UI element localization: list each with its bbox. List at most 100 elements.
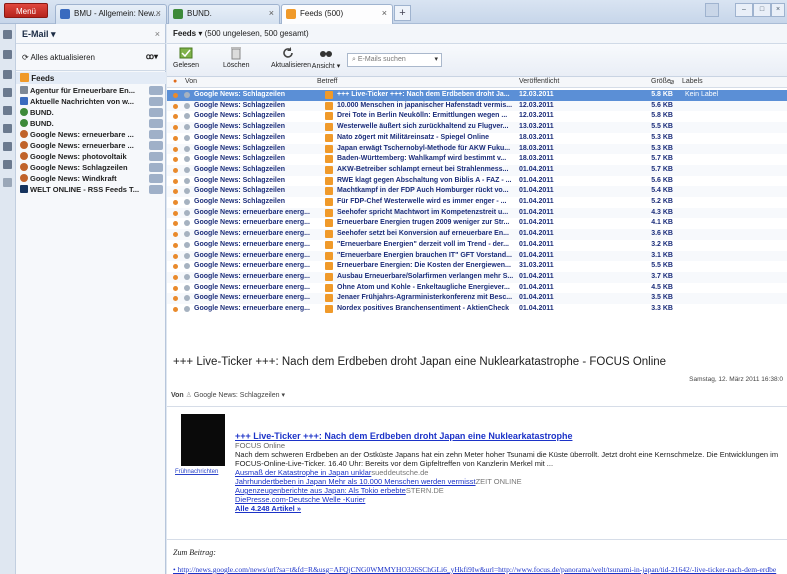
table-row[interactable]: Google News: erneuerbare energ... Erneuer…	[167, 218, 787, 229]
table-row[interactable]: Google News: Schlagzeilen Für FDP-Chef We…	[167, 197, 787, 208]
folder-item[interactable]: Google News: erneuerbare ...	[20, 141, 166, 151]
article-url-text[interactable]: http://news.google.com/news/url?sa=t&fd=…	[173, 565, 777, 574]
unread-dot-icon[interactable]	[173, 253, 178, 259]
table-row[interactable]: Google News: erneuerbare energ... Nordex …	[167, 304, 787, 315]
table-row[interactable]: Google News: Schlagzeilen +++ Live-Ticker…	[167, 90, 787, 101]
table-row[interactable]: Google News: Schlagzeilen 10.000 Menschen…	[167, 100, 787, 112]
maximize-icon[interactable]: □	[753, 3, 771, 17]
column-labels[interactable]: Labels	[682, 78, 703, 85]
address-book-icon[interactable]	[3, 70, 12, 79]
close-icon[interactable]: ×	[382, 8, 387, 18]
tasks-icon[interactable]	[3, 88, 12, 97]
unread-dot-icon[interactable]	[173, 157, 178, 163]
column-from[interactable]: Von	[185, 78, 197, 85]
close-icon[interactable]: ×	[269, 8, 274, 18]
row-label[interactable]: Kein Label	[685, 90, 735, 101]
article-url-link[interactable]: • http://news.google.com/news/url?sa=t&f…	[173, 564, 779, 574]
column-subject[interactable]: Betreff	[317, 78, 338, 85]
close-window-icon[interactable]: ×	[771, 3, 785, 17]
news-image[interactable]	[181, 414, 225, 466]
column-published[interactable]: Veröffentlicht	[519, 78, 559, 85]
view-options-icon[interactable]: ꝏ▾	[146, 52, 158, 61]
table-row[interactable]: Google News: Schlagzeilen Baden-Württembe…	[167, 154, 787, 165]
unread-dot-icon[interactable]	[173, 242, 178, 248]
table-row[interactable]: Google News: erneuerbare energ... Ohne At…	[167, 283, 787, 294]
refresh-button[interactable]: Aktualisieren	[271, 46, 311, 76]
from-value[interactable]: Google News: Schlagzeilen	[194, 392, 280, 399]
minimize-icon[interactable]: –	[735, 3, 753, 17]
related-link-text[interactable]: Ausmaß der Katastrophe in Japan unklar	[235, 468, 371, 477]
view-button[interactable]: Ansicht ▾	[311, 46, 341, 76]
unread-column-icon[interactable]: ●	[173, 78, 177, 85]
app-icon[interactable]	[705, 3, 719, 17]
table-row[interactable]: Google News: Schlagzeilen Nato zögert mit…	[167, 133, 787, 144]
folder-item[interactable]: Google News: erneuerbare ...	[20, 130, 166, 140]
folder-pane-title[interactable]: E-Mail	[22, 29, 49, 39]
article-title-link[interactable]: +++ Live-Ticker +++: Nach dem Erdbeben d…	[235, 432, 785, 441]
folder-item[interactable]: Agentur für Erneuerbare En...	[20, 86, 166, 96]
table-row[interactable]: Google News: Schlagzeilen Westerwelle äuß…	[167, 122, 787, 133]
unread-dot-icon[interactable]	[173, 125, 178, 131]
all-articles-link[interactable]: Alle 4.248 Artikel »	[235, 504, 785, 513]
table-row[interactable]: Google News: Schlagzeilen Japan erwägt Ts…	[167, 143, 787, 155]
panel-icon[interactable]	[3, 160, 12, 169]
folder-item[interactable]: Google News: photovoltaik	[20, 152, 166, 162]
unread-dot-icon[interactable]	[173, 274, 178, 280]
folder-item[interactable]: Google News: Schlagzeilen	[20, 163, 166, 173]
tab-feeds[interactable]: Feeds (500) ×	[281, 4, 393, 24]
unread-dot-icon[interactable]	[173, 146, 178, 152]
table-row[interactable]: Google News: erneuerbare energ... Jenaer …	[167, 293, 787, 304]
related-link-source[interactable]: -Deutsche Welle -Kurier	[286, 495, 365, 504]
feeds-root-folder[interactable]: Feeds	[16, 72, 166, 84]
unread-dot-icon[interactable]	[173, 93, 178, 98]
unread-dot-icon[interactable]	[173, 114, 178, 120]
table-row[interactable]: Google News: erneuerbare energ... "Erneue…	[167, 250, 787, 262]
new-tab-button[interactable]: +	[394, 5, 411, 21]
folder-item[interactable]: BUND.	[20, 108, 166, 118]
notes-icon[interactable]	[3, 106, 12, 115]
image-caption-link[interactable]: Frühnachrichten	[175, 469, 218, 475]
unread-dot-icon[interactable]	[173, 189, 178, 195]
expand-icon[interactable]	[3, 178, 12, 187]
table-row[interactable]: Google News: erneuerbare energ... Ausbau …	[167, 271, 787, 283]
attachment-column-icon[interactable]: ⌀	[670, 78, 674, 86]
table-row[interactable]: Google News: Schlagzeilen AKW-Betreiber s…	[167, 164, 787, 176]
unread-dot-icon[interactable]	[173, 167, 178, 173]
unread-dot-icon[interactable]	[173, 264, 178, 270]
refresh-all-button[interactable]: Alles aktualisieren	[30, 53, 94, 62]
mark-read-button[interactable]: Gelesen	[173, 46, 199, 76]
folder-item[interactable]: BUND.	[20, 119, 166, 129]
close-icon[interactable]: ×	[155, 29, 160, 39]
unread-dot-icon[interactable]	[173, 307, 178, 312]
tab-bund[interactable]: BUND. ×	[168, 4, 280, 24]
folder-item[interactable]: Aktuelle Nachrichten von w...	[20, 97, 166, 107]
close-icon[interactable]: ×	[156, 8, 161, 18]
unread-dot-icon[interactable]	[173, 210, 178, 216]
unread-dot-icon[interactable]	[173, 178, 178, 184]
contacts-icon[interactable]	[3, 124, 12, 133]
related-link-text[interactable]: Augenzeugenberichte aus Japan: Als Tokio…	[235, 486, 406, 495]
unread-dot-icon[interactable]	[173, 221, 178, 227]
table-row[interactable]: Google News: erneuerbare energ... Seehofe…	[167, 229, 787, 240]
unread-dot-icon[interactable]	[173, 285, 178, 291]
unread-dot-icon[interactable]	[173, 103, 178, 109]
download-icon[interactable]	[3, 142, 12, 151]
related-link-text[interactable]: Jahrhundertbeben in Japan Mehr als 10.00…	[235, 477, 476, 486]
search-dropdown-icon[interactable]: ▾	[434, 55, 438, 63]
table-row[interactable]: Google News: Schlagzeilen Machtkampf in d…	[167, 186, 787, 197]
folder-item[interactable]: WELT ONLINE - RSS Feeds T...	[20, 185, 166, 195]
unread-dot-icon[interactable]	[173, 200, 178, 205]
search-input[interactable]: ⌕ E-Mails suchen ▾	[347, 53, 442, 67]
table-row[interactable]: Google News: Schlagzeilen Drei Tote in Be…	[167, 111, 787, 122]
mail-icon[interactable]	[3, 30, 12, 39]
column-size[interactable]: Größe	[651, 78, 671, 85]
delete-button[interactable]: Löschen	[223, 46, 249, 76]
related-link-text[interactable]: DiePresse.com	[235, 495, 286, 504]
tab-bmu[interactable]: BMU - Allgemein: New... ×	[55, 4, 167, 24]
unread-dot-icon[interactable]	[173, 135, 178, 141]
main-title[interactable]: Feeds	[173, 29, 196, 38]
menu-button[interactable]: Menü	[4, 3, 48, 18]
folder-item[interactable]: Google News: Windkraft	[20, 174, 166, 184]
calendar-icon[interactable]	[3, 50, 12, 59]
refresh-icon[interactable]: ⟳	[22, 53, 29, 62]
